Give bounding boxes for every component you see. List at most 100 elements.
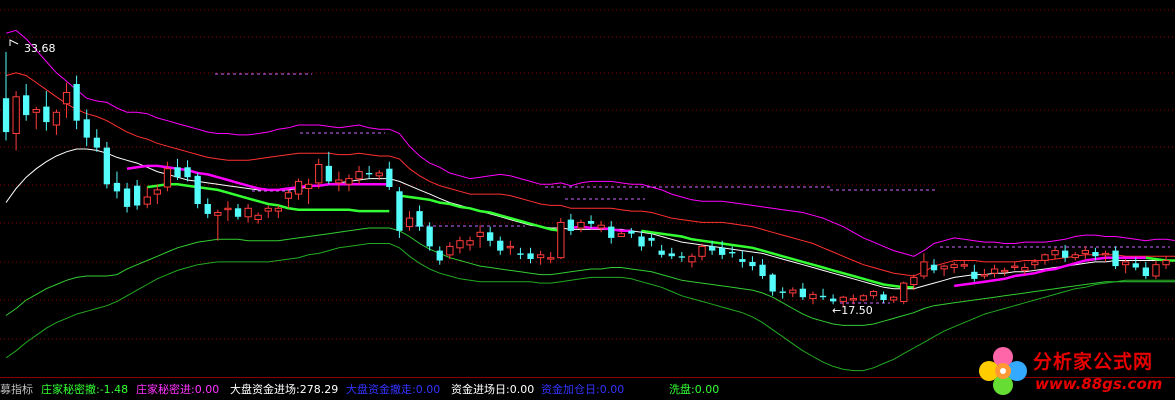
candle-body: [920, 261, 928, 277]
candle-body: [487, 232, 494, 241]
candle-body: [849, 298, 858, 301]
indicator-value-4: 大盘资金撤走:0.00: [346, 383, 441, 396]
candle-body: [446, 245, 454, 256]
candle-body: [375, 172, 383, 177]
candle-body: [214, 212, 222, 216]
candle-body: [113, 182, 121, 192]
candle-body: [547, 257, 555, 260]
candle-body: [678, 256, 685, 258]
candle-body: [517, 253, 524, 255]
candle-body: [1001, 269, 1009, 273]
candle-body: [749, 261, 756, 267]
candle-body: [617, 233, 626, 237]
candle-body: [688, 255, 696, 263]
indicator-title[interactable]: 募指标: [0, 381, 33, 397]
indicator-value-2: 庄家秘密进:0.00: [136, 383, 220, 396]
candle-body: [466, 240, 474, 246]
candle-body: [456, 240, 464, 249]
high-price-label: 33.68: [24, 42, 56, 55]
candle-body: [204, 204, 211, 214]
candle-body: [608, 226, 615, 238]
candle-body: [163, 168, 172, 188]
indicator-value-7: 洗盘:0.00: [669, 383, 720, 396]
logo-title: 分析家公式网: [1033, 351, 1154, 373]
candle-body: [1101, 252, 1110, 256]
candle-body: [648, 237, 655, 241]
candle-body: [194, 175, 201, 204]
candle-body: [789, 289, 797, 294]
candle-body: [628, 230, 635, 234]
candle-body: [244, 207, 252, 218]
indicator-value-5: 资金进场日:0.00: [451, 383, 535, 396]
flower-logo-icon: [979, 347, 1027, 395]
candle-body: [759, 264, 766, 276]
candle-body: [719, 247, 726, 255]
candle-body: [134, 185, 141, 206]
candle-body: [2, 98, 10, 133]
candle-body: [396, 191, 403, 231]
candlestick-chart[interactable]: [0, 0, 1175, 377]
candle-body: [809, 293, 817, 300]
candle-body: [658, 250, 665, 255]
low-price-label: ←17.50: [832, 304, 873, 317]
candle-body: [284, 192, 293, 199]
candle-body: [12, 96, 20, 135]
candle-body: [254, 214, 262, 221]
candle-body: [537, 254, 545, 259]
candle-body: [739, 259, 746, 262]
candle-body: [930, 264, 938, 271]
candle-body: [52, 111, 61, 126]
candle-body: [366, 173, 373, 175]
candle-body: [83, 119, 90, 138]
candle-body: [960, 264, 968, 267]
candle-body: [1071, 254, 1079, 259]
candle-body: [1062, 250, 1069, 258]
candle-body: [476, 231, 484, 238]
candle-body: [345, 178, 353, 185]
candle-body: [1092, 252, 1099, 257]
candle-body: [1021, 267, 1029, 271]
candle-body: [729, 252, 736, 254]
candle-body: [426, 226, 433, 247]
candle-body: [153, 189, 161, 195]
candle-body: [497, 240, 504, 251]
candle-body: [1152, 264, 1160, 277]
candle-body: [980, 274, 989, 277]
candle-body: [325, 165, 332, 182]
candle-body: [698, 245, 706, 257]
candle-body: [335, 179, 343, 184]
candle-body: [819, 295, 827, 298]
candle-body: [1162, 260, 1170, 266]
high-marker: [9, 39, 19, 46]
candle-body: [1132, 263, 1139, 268]
candle-body: [143, 196, 151, 205]
logo-url[interactable]: www.88gs.com: [1035, 375, 1162, 393]
candle-body: [1011, 265, 1019, 269]
candle-body: [274, 207, 283, 212]
candle-body: [587, 221, 595, 224]
candle-body: [294, 180, 303, 195]
indicator-value-1: 庄家秘密撤:-1.48: [41, 383, 129, 396]
candle-body: [597, 224, 605, 229]
candle-body: [355, 171, 363, 180]
candle-body: [769, 274, 776, 292]
candle-body: [234, 208, 242, 217]
candle-body: [567, 219, 574, 231]
indicator-line: [399, 194, 1175, 289]
candle-body: [123, 188, 131, 207]
candle-body: [62, 92, 71, 105]
candle-body: [859, 295, 868, 301]
candle-body: [224, 207, 232, 211]
candle-body: [900, 282, 908, 303]
candle-body: [32, 109, 40, 113]
candle-body: [23, 95, 30, 116]
candle-body: [990, 268, 999, 274]
candle-body: [638, 236, 645, 247]
candle-body: [386, 168, 393, 187]
candle-body: [43, 106, 50, 123]
candle-body: [890, 296, 898, 301]
candle-body: [305, 183, 313, 190]
candle-body: [1142, 267, 1149, 276]
candle-body: [880, 294, 887, 300]
candle-body: [910, 276, 918, 285]
